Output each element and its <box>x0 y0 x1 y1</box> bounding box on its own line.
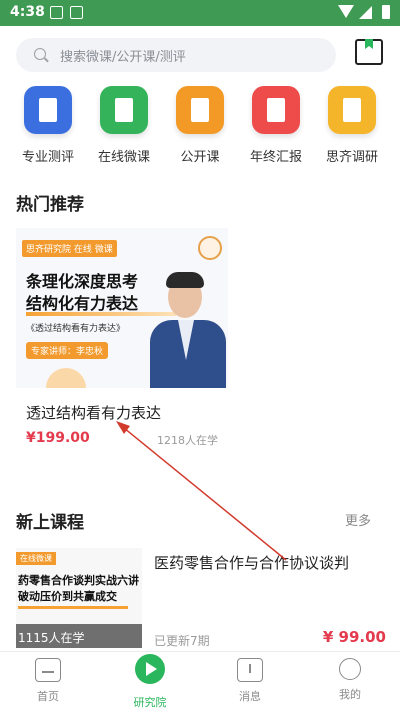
search-bar[interactable]: 搜索微课/公开课/测评 <box>16 38 336 72</box>
category-online-course[interactable]: 在线微课 <box>86 86 162 165</box>
video-book-icon <box>100 86 148 134</box>
course-banner: 思齐研究院 在线 微课 条理化深度思考 结构化有力表达 《透过结构看有力表达》 … <box>16 228 228 388</box>
lecturer-photo <box>148 272 228 388</box>
bookmark-icon[interactable] <box>355 39 383 65</box>
category-label: 公开课 <box>180 150 220 165</box>
notification-icon <box>70 6 83 19</box>
banner-lecturer-tag: 专家讲师：李忠秋 <box>26 342 109 359</box>
search-placeholder: 搜索微课/公开课/测评 <box>60 50 186 65</box>
tab-label: 首页 <box>37 690 59 703</box>
category-label: 专业测评 <box>21 150 74 165</box>
course-title: 医药零售合作与合作协议谈判 <box>154 554 350 572</box>
message-icon <box>237 658 263 682</box>
banner-heading: 结构化有力表达 <box>26 294 139 313</box>
tab-label: 消息 <box>239 690 261 703</box>
tab-home[interactable]: 首页 <box>8 658 88 704</box>
brand-logo: 思齐研究院 在线 微课 <box>22 240 117 257</box>
tab-label: 研究院 <box>133 696 167 709</box>
category-label: 年终汇报 <box>249 150 302 165</box>
learner-count: 1218人在学 <box>157 434 218 447</box>
list-item[interactable]: 在线微课 药零售合作谈判实战六讲 破动压价到共赢成交 1115人在学 医药零售合… <box>16 548 386 648</box>
book-icon <box>176 86 224 134</box>
pen-icon <box>252 86 300 134</box>
category-annual-report[interactable]: 年终汇报 <box>238 86 314 165</box>
course-card[interactable]: 思齐研究院 在线 微课 条理化深度思考 结构化有力表达 《透过结构看有力表达》 … <box>16 228 228 456</box>
thumb-accent-bar <box>18 606 128 609</box>
learner-count: 1115人在学 <box>16 624 142 648</box>
category-research[interactable]: 思齐调研 <box>314 86 390 165</box>
section-title-hot: 热门推荐 <box>16 195 84 215</box>
seal-icon <box>198 236 222 260</box>
course-price: ¥199.00 <box>26 430 90 446</box>
signal-icon <box>359 6 372 19</box>
thumb-heading: 破动压价到共赢成交 <box>18 590 117 603</box>
gallery-icon <box>50 6 63 19</box>
category-grid: 专业测评 在线微课 公开课 年终汇报 思齐调研 <box>0 86 400 176</box>
more-link[interactable]: 更多 <box>345 510 371 529</box>
update-status: 已更新7期 <box>154 634 210 648</box>
tab-profile[interactable]: 我的 <box>310 658 390 702</box>
status-time: 4:38 <box>10 4 45 20</box>
section-title-new: 新上课程 <box>16 513 84 533</box>
course-thumbnail: 在线微课 药零售合作谈判实战六讲 破动压价到共赢成交 1115人在学 <box>16 548 142 648</box>
home-icon <box>35 658 61 682</box>
battery-icon <box>382 5 390 19</box>
clipboard-icon <box>24 86 72 134</box>
profile-icon <box>339 658 361 680</box>
banner-heading: 条理化深度思考 <box>26 272 139 291</box>
course-price: ¥ 99.00 <box>322 628 386 646</box>
bottom-tab-bar: 首页 研究院 消息 我的 <box>0 651 400 710</box>
wifi-icon <box>338 5 354 18</box>
category-label: 在线微课 <box>97 150 150 165</box>
course-title: 透过结构看有力表达 <box>26 404 162 422</box>
category-label: 思齐调研 <box>325 150 378 165</box>
columns-icon <box>328 86 376 134</box>
thumb-tag: 在线微课 <box>16 552 56 565</box>
category-assessment[interactable]: 专业测评 <box>10 86 86 165</box>
play-icon <box>135 654 165 684</box>
decorative-blob <box>46 368 86 388</box>
thumb-heading: 药零售合作谈判实战六讲 <box>18 574 139 587</box>
search-icon <box>34 48 46 60</box>
tab-institute[interactable]: 研究院 <box>110 654 190 710</box>
category-open-class[interactable]: 公开课 <box>162 86 238 165</box>
status-bar: 4:38 <box>0 0 400 26</box>
tab-messages[interactable]: 消息 <box>210 658 290 704</box>
tab-label: 我的 <box>339 688 361 701</box>
banner-subtitle: 《透过结构看有力表达》 <box>26 324 126 334</box>
